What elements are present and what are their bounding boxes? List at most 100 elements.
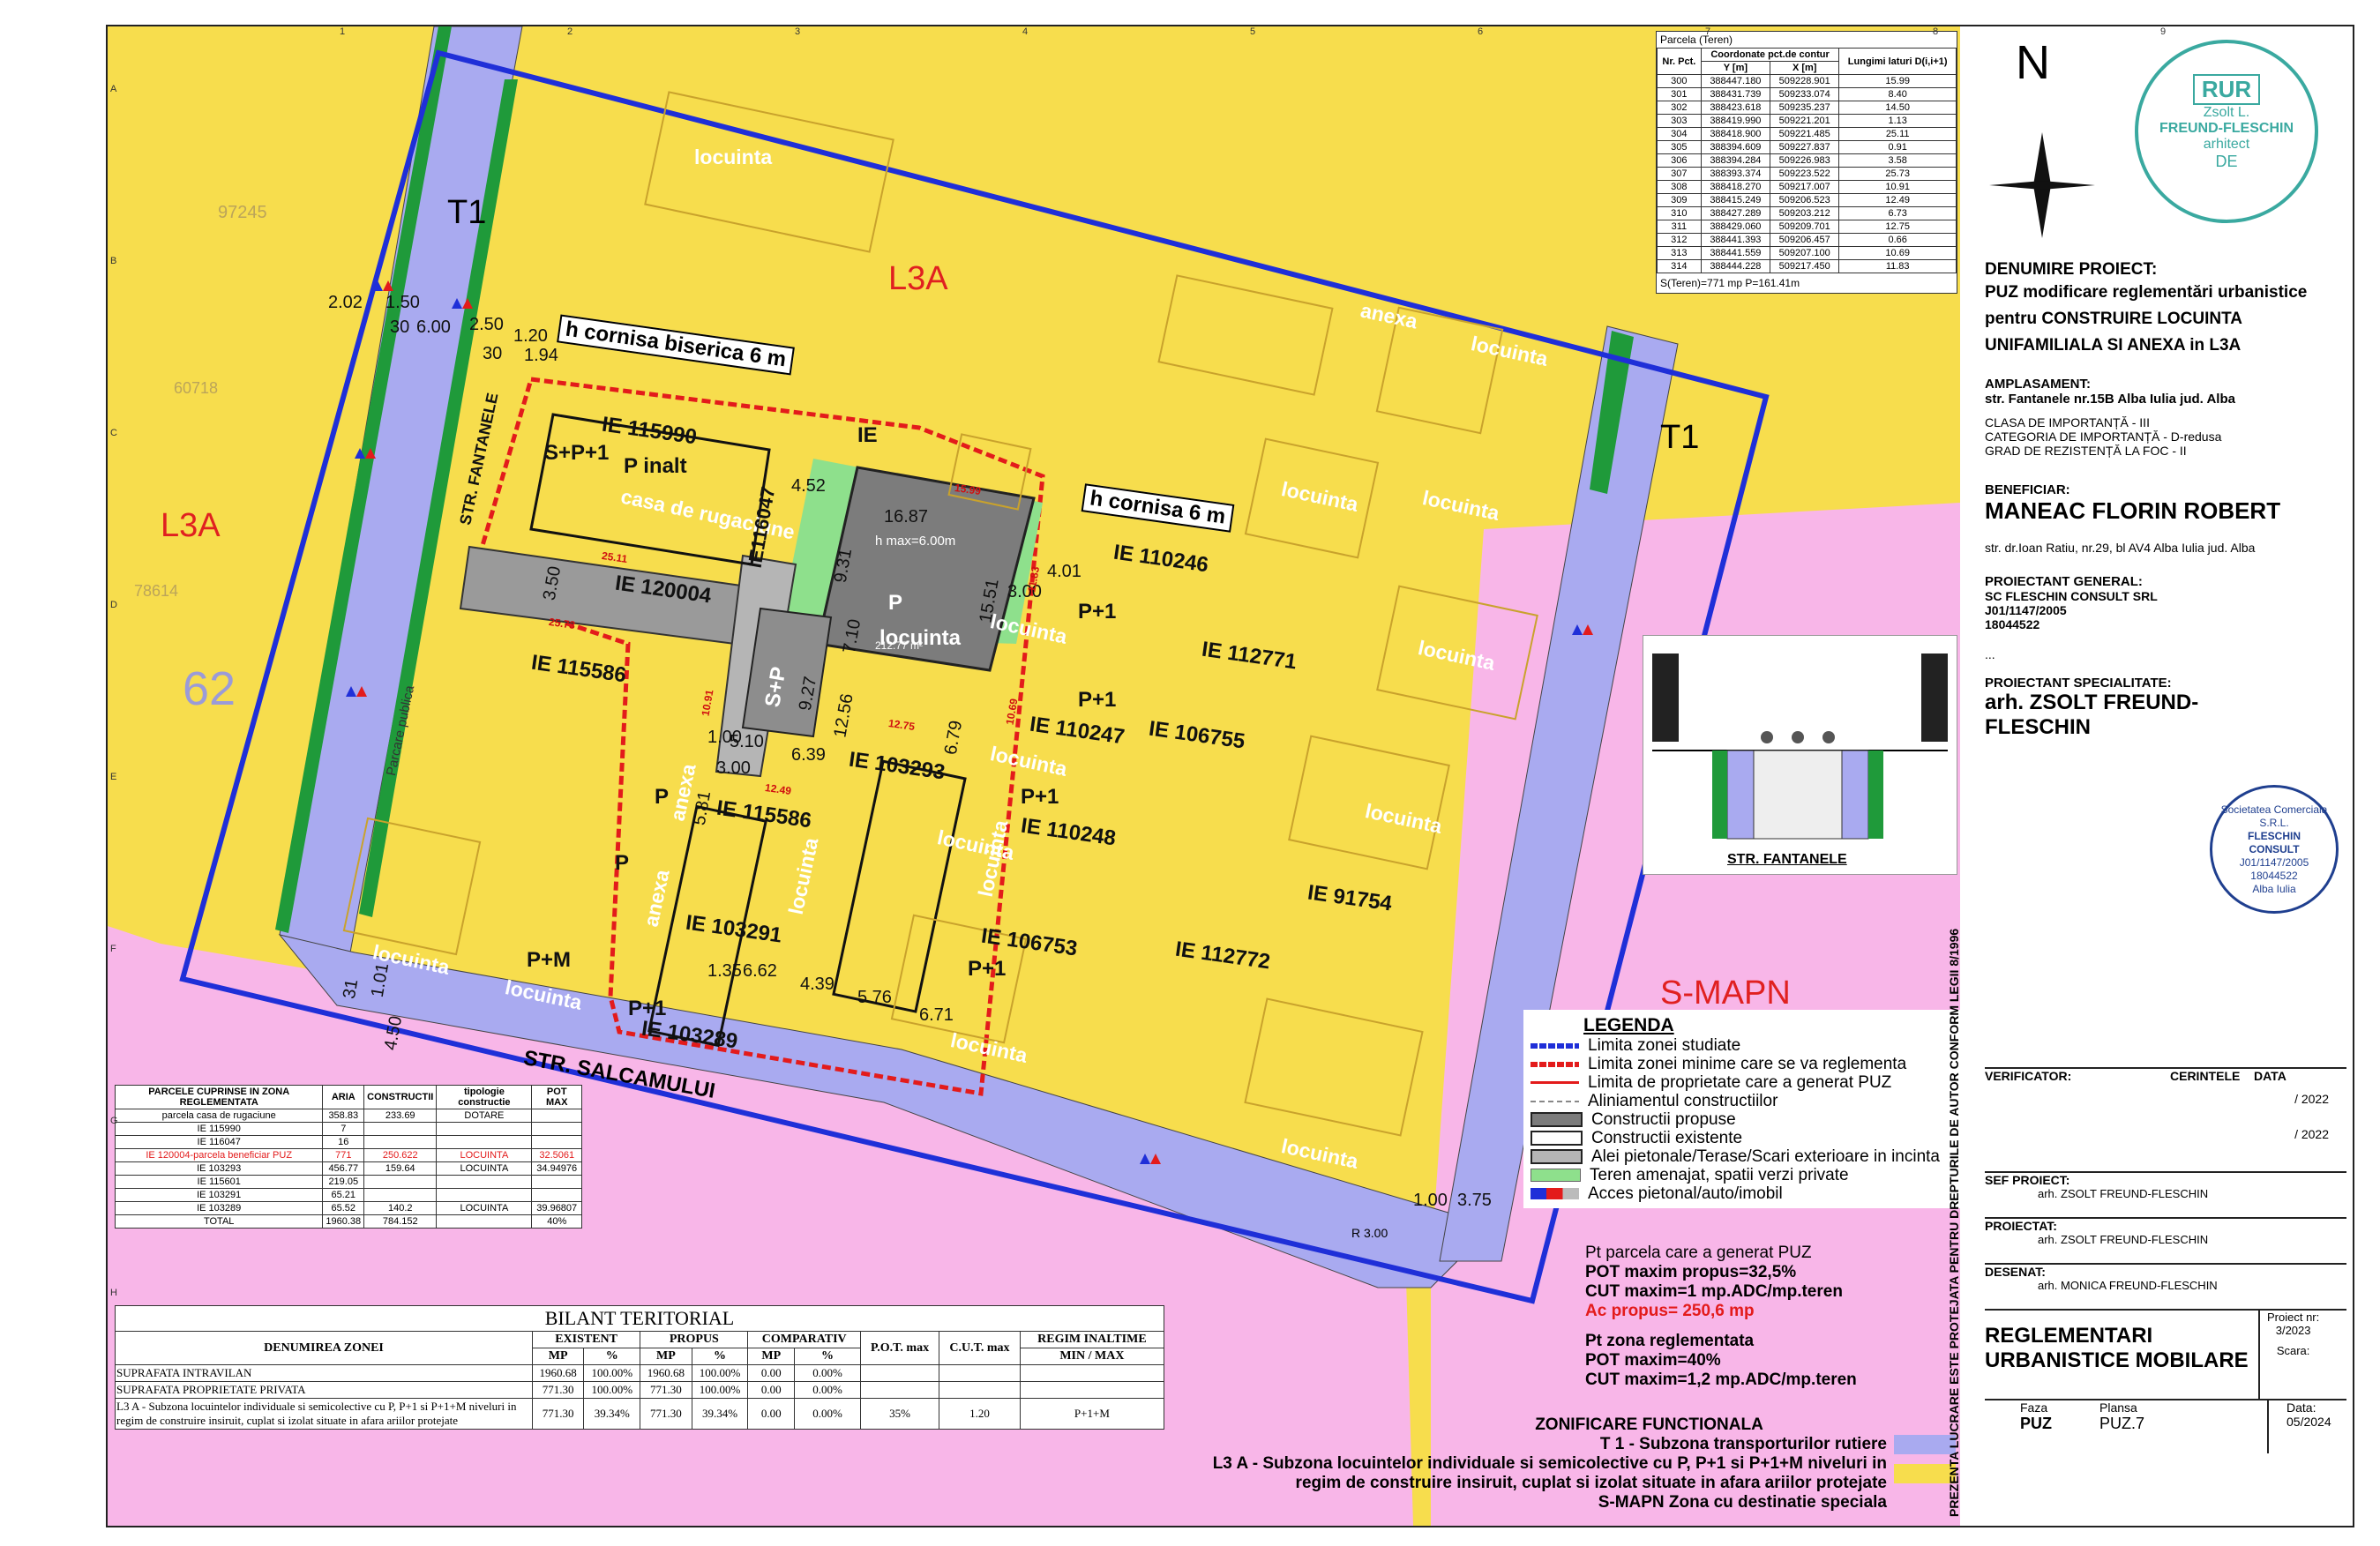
coord-cell: 300 — [1657, 74, 1702, 88]
coord-cell: 509223.522 — [1770, 167, 1840, 181]
legend-swatch — [1531, 1149, 1583, 1164]
tb-plansa: PUZ.7 — [2099, 1415, 2145, 1432]
legend-item: Limita zonei minime care se va reglement… — [1531, 1055, 1963, 1073]
coord-cell: 388418.900 — [1700, 127, 1771, 141]
grid-row-label: H — [110, 1288, 117, 1298]
grid-col-label: 7 — [1705, 26, 1711, 37]
legend-item-label: Aliniamentul constructiilor — [1588, 1091, 1778, 1110]
bilant-title: BILANT TERITORIAL — [115, 1305, 1164, 1332]
coord-row: 301 388431.739 509233.074 8.40 — [1657, 87, 1957, 101]
title-block: DENUMIRE PROIECT: PUZ modificare regleme… — [1985, 260, 2346, 740]
coord-row: 306 388394.284 509226.983 3.58 — [1657, 153, 1957, 168]
tb-data-label: Data: — [2286, 1400, 2316, 1415]
bilant-cell: 771.30 — [531, 1381, 585, 1399]
coord-cell: 509209.701 — [1770, 220, 1840, 234]
tb-clasa1: CLASA DE IMPORTANȚĂ - III — [1985, 415, 2150, 429]
dim-4: 1.20 — [513, 326, 548, 346]
coord-cell: 388431.739 — [1700, 87, 1771, 101]
zone-label-l3a-left: L3A — [161, 507, 221, 544]
bilant-cell — [859, 1381, 940, 1399]
tb-faza: PUZ — [2020, 1415, 2052, 1432]
coord-cell: 14.50 — [1838, 101, 1957, 115]
parcels-cell: LOCUINTA — [436, 1201, 533, 1215]
coord-cell: 6.73 — [1838, 206, 1957, 220]
coord-caption: Parcela (Teren) — [1660, 34, 1733, 46]
section-street-label: STR. FANTANELE — [1727, 852, 1847, 867]
coord-h-coord: Coordonate pct.de contur — [1700, 48, 1840, 62]
coord-cell: 388441.559 — [1700, 246, 1771, 260]
bilant-h-zone: DENUMIREA ZONEI — [115, 1331, 533, 1365]
bilant-row: SUPRAFATA PROPRIETATE PRIVATA 771.30 100.0… — [115, 1381, 1165, 1399]
stamp2-c: FLESCHIN — [2248, 830, 2301, 842]
grid-col-label: 9 — [2160, 26, 2167, 37]
functional-zoning: ZONIFICARE FUNCTIONALA T 1 - Subzona tra… — [1166, 1415, 1956, 1512]
coord-row: 309 388415.249 509206.523 12.49 — [1657, 193, 1957, 207]
coord-cell: 313 — [1657, 246, 1702, 260]
dim-11: 4.52 — [791, 476, 826, 496]
bilant-mp-1: MP — [531, 1348, 585, 1365]
label-p1-b: P+1 — [1078, 688, 1117, 712]
grid-row-label: D — [110, 600, 117, 610]
tb-ampl-label: AMPLASAMENT: — [1985, 377, 2091, 392]
parcels-cell: IE 120004-parcela beneficiar PUZ — [114, 1148, 324, 1162]
bilant-cell: 1960.68 — [640, 1364, 692, 1382]
dim-29: 6.71 — [919, 1005, 954, 1025]
rur-stamp-de: DE — [2215, 153, 2238, 170]
tb-des: arh. MONICA FREUND-FLESCHIN — [2038, 1279, 2218, 1292]
coord-cell: 303 — [1657, 114, 1702, 128]
coord-h-len: Lungimi laturi D(i,i+1) — [1838, 48, 1957, 75]
bilant-h-existent: EXISTENT — [531, 1331, 641, 1348]
parcels-cell: 771 — [322, 1148, 365, 1162]
company-stamp: Societatea Comerciala S.R.L. FLESCHIN CO… — [2210, 785, 2339, 914]
legend-cut: CUT maxim=1 mp.ADC/mp.teren — [1585, 1282, 1843, 1301]
bilant-cell: L3 A - Subzona locuintelor individuale s… — [115, 1398, 533, 1430]
zone-label-t1-left: T1 — [447, 194, 487, 231]
coord-cell: 388419.990 — [1700, 114, 1771, 128]
tb-pg3: 18044522 — [1985, 617, 2040, 631]
dim-10: 1.00 — [1413, 1191, 1448, 1210]
tb-scara: Scara: — [2276, 1344, 2310, 1357]
bilant-cell: 0.00 — [747, 1398, 796, 1430]
coord-cell: 509217.450 — [1770, 259, 1840, 273]
legend-swatch — [1531, 1131, 1583, 1146]
label-ie: IE — [857, 423, 878, 447]
coord-cell: 304 — [1657, 127, 1702, 141]
bilant-cell — [939, 1364, 1021, 1382]
bilant-h-propus: PROPUS — [640, 1331, 749, 1348]
dim-23: 1.00 — [707, 728, 742, 747]
coord-h-nr: Nr. Pct. — [1657, 48, 1702, 75]
zone-label-l3a-top: L3A — [888, 260, 948, 297]
tb-ampl-text: str. Fantanele nr.15B Alba Iulia jud. Al… — [1985, 392, 2235, 407]
parcels-cell — [363, 1175, 438, 1189]
tb-proiect-nr: 3/2023 — [2275, 1324, 2311, 1337]
legend-item-label: Acces pietonal/auto/imobil — [1588, 1184, 1783, 1203]
bilant-mp-3: MP — [747, 1348, 796, 1365]
tb-proi-label: PROIECTAT: — [1985, 1219, 2057, 1233]
tb-des-label: DESENAT: — [1985, 1265, 2046, 1279]
bilant-cell: 100.00% — [583, 1381, 641, 1399]
legend-puz-info: Pt parcela care a generat PUZ POT maxim … — [1585, 1244, 1956, 1390]
parcels-header: PARCELE CUPRINSE IN ZONA REGLEMENTATA — [114, 1085, 324, 1109]
stamp2-d: CONSULT — [2249, 843, 2300, 855]
coord-cell: 0.91 — [1838, 140, 1957, 154]
parcels-cell — [531, 1109, 582, 1123]
street-section: STR. FANTANELE — [1643, 635, 1957, 875]
coord-cell: 509207.100 — [1770, 246, 1840, 260]
coord-cell: 301 — [1657, 87, 1702, 101]
bilant-cell: 1.20 — [939, 1398, 1021, 1430]
parcels-row: IE 103291 65.21 — [114, 1188, 582, 1202]
label-sp1: S+P+1 — [544, 441, 610, 465]
grid-row-label: E — [110, 772, 117, 782]
coord-row: 303 388419.990 509221.201 1.13 — [1657, 114, 1957, 128]
tb-lower: VERIFICATOR: CERINTELE DATA / 2022 / 202… — [1985, 1067, 2346, 1453]
tb-den-text: PUZ modificare reglementări urbanistice … — [1985, 283, 2308, 355]
bilant-cell: 0.00 — [747, 1364, 796, 1382]
coord-cell: 11.83 — [1838, 259, 1957, 273]
bilant-cell: 0.00% — [794, 1398, 861, 1430]
dim-12: 16.87 — [884, 507, 929, 527]
bilant-cell: 100.00% — [691, 1364, 749, 1382]
parcels-cell: 456.77 — [322, 1161, 365, 1176]
grid-row-label: B — [110, 256, 117, 266]
coord-h-y: Y [m] — [1700, 61, 1771, 75]
bilant-table: BILANT TERITORIAL DENUMIREA ZONEI EXISTE… — [115, 1305, 1165, 1430]
